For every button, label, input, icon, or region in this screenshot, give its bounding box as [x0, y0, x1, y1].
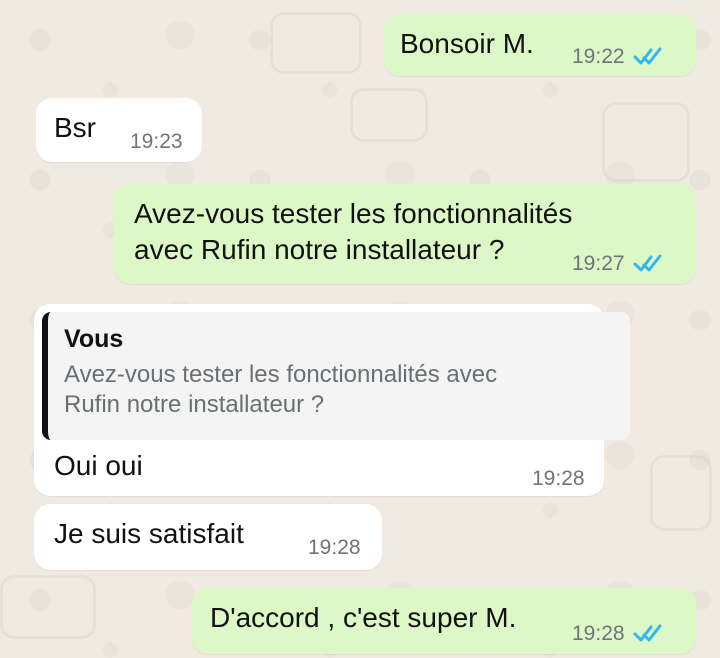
read-receipt-icon [633, 254, 662, 272]
quoted-text: Avez-vous tester les fonctionnalités ave… [64, 361, 498, 418]
quoted-author: Vous [64, 325, 124, 353]
message-text: Bsr [54, 112, 96, 143]
message-text: Je suis satisfait [54, 518, 244, 549]
message-meta: 19:23 [130, 131, 183, 152]
read-receipt-icon [633, 47, 662, 65]
outgoing-message-bubble[interactable]: D'accord , c'est super M. 19:28 [192, 588, 696, 654]
message-time: 19:23 [130, 130, 183, 153]
incoming-message-bubble[interactable]: Bsr 19:23 [36, 98, 202, 162]
wallpaper-doodle [270, 12, 362, 74]
quoted-message[interactable]: Vous Avez-vous tester les fonctionnalité… [42, 312, 630, 440]
message-time: 19:27 [572, 251, 625, 275]
message-text: Oui oui [54, 450, 143, 481]
incoming-message-bubble[interactable]: Je suis satisfait 19:28 [34, 504, 382, 570]
message-text: Bonsoir M. [400, 28, 534, 59]
message-time: 19:22 [572, 44, 625, 68]
message-time: 19:28 [308, 536, 361, 559]
message-text: Avez-vous tester les fonctionnalités ave… [134, 198, 573, 265]
incoming-reply-bubble[interactable]: Vous Avez-vous tester les fonctionnalité… [34, 304, 630, 496]
message-text: D'accord , c'est super M. [210, 602, 517, 633]
outgoing-message-bubble[interactable]: Avez-vous tester les fonctionnalités ave… [114, 184, 696, 284]
wallpaper-doodle [0, 575, 96, 639]
message-time: 19:28 [572, 621, 625, 645]
message-meta: 19:28 [308, 537, 361, 558]
message-time: 19:28 [532, 467, 585, 490]
outgoing-message-bubble[interactable]: Bonsoir M. 19:22 [384, 14, 696, 76]
message-meta: 19:28 [532, 468, 585, 489]
message-meta: 19:27 [572, 251, 665, 275]
read-receipt-icon [633, 624, 662, 642]
message-meta: 19:22 [572, 44, 665, 68]
message-meta: 19:28 [572, 621, 665, 645]
wallpaper-doodle [602, 102, 690, 182]
wallpaper-doodle [650, 455, 712, 531]
wallpaper-doodle [350, 88, 428, 142]
